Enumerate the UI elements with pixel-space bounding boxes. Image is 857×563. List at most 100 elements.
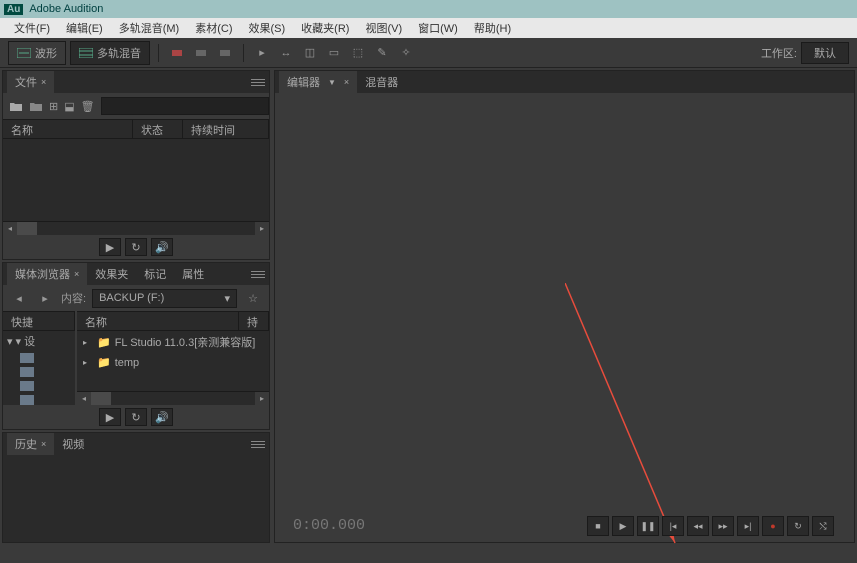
close-icon[interactable]: × <box>344 77 349 87</box>
stop-button[interactable]: ■ <box>587 516 609 536</box>
drive-icon: ▾ <box>16 335 22 348</box>
back-button[interactable]: ◂ <box>9 289 29 307</box>
action-icon[interactable]: ⬓ <box>64 97 74 115</box>
shortcuts-header: 快捷 <box>11 317 33 329</box>
menu-effects[interactable]: 效果(S) <box>241 18 294 38</box>
menu-window[interactable]: 窗口(W) <box>410 18 466 38</box>
loop-button[interactable]: ↻ <box>125 408 147 426</box>
tab-properties[interactable]: 属性 <box>174 263 212 285</box>
col-name[interactable]: 名称 <box>77 312 239 330</box>
menu-file[interactable]: 文件(F) <box>6 18 58 38</box>
timecode-display: 0:00.000 <box>293 517 365 534</box>
files-panel: 文件× ⊞ ⬓ 🗑 名称 状态 持续时间 ◂▸ ▶ <box>2 70 270 260</box>
tab-media-browser[interactable]: 媒体浏览器× <box>7 263 87 285</box>
main-toolbar: 波形 多轨混音 ▸ ↔ ◫ ▭ ⬚ ✎ ✧ 工作区: 默认 <box>0 38 857 68</box>
folder-icon: 📁 <box>97 356 111 369</box>
select-tool[interactable]: ↔ <box>276 44 296 62</box>
open-file-icon[interactable] <box>9 97 23 115</box>
skip-selection-button[interactable]: ⤭ <box>812 516 834 536</box>
menu-view[interactable]: 视图(V) <box>357 18 410 38</box>
waveform-mode-button[interactable]: 波形 <box>8 41 66 65</box>
col-duration[interactable]: 持续时间 <box>183 120 269 138</box>
waveform-label: 波形 <box>35 45 57 61</box>
media-scroll[interactable]: ◂▸ <box>77 391 269 405</box>
tool-b[interactable]: ▭ <box>324 44 344 62</box>
content-label: 内容: <box>61 290 86 306</box>
menu-help[interactable]: 帮助(H) <box>466 18 519 38</box>
tab-video[interactable]: 视频 <box>54 433 92 455</box>
tab-files[interactable]: 文件× <box>7 71 54 93</box>
play-button[interactable]: ▶ <box>99 408 121 426</box>
files-search-input[interactable] <box>101 97 269 115</box>
menu-clip[interactable]: 素材(C) <box>187 18 240 38</box>
import-icon[interactable]: ⊞ <box>49 97 58 115</box>
skip-back-button[interactable]: |◂ <box>662 516 684 536</box>
files-scroll[interactable]: ◂▸ <box>3 221 269 235</box>
app-title: Adobe Audition <box>29 3 103 15</box>
folder-row[interactable]: ▸📁FL Studio 11.0.3[亲测兼容版] <box>77 331 269 353</box>
workspace-label: 工作区: <box>761 45 797 61</box>
delete-icon[interactable]: 🗑 <box>81 97 95 115</box>
tab-effects-rack[interactable]: 效果夹 <box>87 263 136 285</box>
disk-icon <box>20 381 34 391</box>
tab-history[interactable]: 历史× <box>7 433 54 455</box>
loop-button[interactable]: ↻ <box>787 516 809 536</box>
menu-favorites[interactable]: 收藏夹(R) <box>293 18 357 38</box>
autoplay-button[interactable]: 🔊 <box>151 238 173 256</box>
col-status[interactable]: 状态 <box>133 120 183 138</box>
media-browser-panel: 媒体浏览器× 效果夹 标记 属性 ◂ ▸ 内容: BACKUP (F:)▾ ☆ … <box>2 262 270 430</box>
col-name[interactable]: 名称 <box>3 120 133 138</box>
files-list <box>3 139 269 221</box>
content-dropdown[interactable]: BACKUP (F:)▾ <box>92 289 237 308</box>
drive-item[interactable] <box>3 351 75 365</box>
tab-editor[interactable]: 编辑器▼× <box>279 71 357 93</box>
col-hold[interactable]: 持续 <box>239 312 269 330</box>
drive-item[interactable] <box>3 393 75 405</box>
folder-row[interactable]: ▸📁temp <box>77 353 269 372</box>
multitrack-icon <box>79 48 93 58</box>
pause-button[interactable]: ❚❚ <box>637 516 659 536</box>
panel-menu-icon[interactable] <box>251 441 265 448</box>
tool-c[interactable]: ⬚ <box>348 44 368 62</box>
editor-panel: 编辑器▼× 混音器 0:00.000 ■ ▶ ❚❚ |◂ ◂◂ ▸▸ ▸| ● <box>274 70 855 543</box>
tab-mixer[interactable]: 混音器 <box>357 71 406 93</box>
disk-icon <box>20 395 34 405</box>
drive-root[interactable]: ▾▾设 <box>3 331 75 351</box>
tool-icon-2[interactable] <box>191 44 211 62</box>
panel-menu-icon[interactable] <box>251 271 265 278</box>
menubar: 文件(F) 编辑(E) 多轨混音(M) 素材(C) 效果(S) 收藏夹(R) 视… <box>0 18 857 38</box>
play-button[interactable]: ▶ <box>99 238 121 256</box>
panel-menu-icon[interactable] <box>251 79 265 86</box>
rewind-button[interactable]: ◂◂ <box>687 516 709 536</box>
close-icon[interactable]: × <box>74 269 79 279</box>
skip-forward-button[interactable]: ▸| <box>737 516 759 536</box>
transport-controls: ■ ▶ ❚❚ |◂ ◂◂ ▸▸ ▸| ● ↻ ⤭ <box>587 516 834 536</box>
forward-button[interactable]: ▸ <box>35 289 55 307</box>
new-file-icon[interactable] <box>29 97 43 115</box>
close-icon[interactable]: × <box>41 439 46 449</box>
menu-multitrack[interactable]: 多轨混音(M) <box>111 18 188 38</box>
autoplay-button[interactable]: 🔊 <box>151 408 173 426</box>
loop-button[interactable]: ↻ <box>125 238 147 256</box>
play-button[interactable]: ▶ <box>612 516 634 536</box>
tab-markers[interactable]: 标记 <box>136 263 174 285</box>
editor-viewport[interactable]: 0:00.000 ■ ▶ ❚❚ |◂ ◂◂ ▸▸ ▸| ● ↻ ⤭ <box>275 93 854 542</box>
menu-edit[interactable]: 编辑(E) <box>58 18 111 38</box>
waveform-icon <box>17 48 31 58</box>
close-icon[interactable]: × <box>41 77 46 87</box>
drive-item[interactable] <box>3 365 75 379</box>
folder-icon: 📁 <box>97 336 111 349</box>
tool-e[interactable]: ✧ <box>396 44 416 62</box>
workspace-dropdown[interactable]: 默认 <box>801 42 849 64</box>
tool-a[interactable]: ◫ <box>300 44 320 62</box>
record-button[interactable]: ● <box>762 516 784 536</box>
history-panel: 历史× 视频 <box>2 432 270 543</box>
cursor-tool[interactable]: ▸ <box>252 44 272 62</box>
forward-button[interactable]: ▸▸ <box>712 516 734 536</box>
drive-item[interactable] <box>3 379 75 393</box>
tool-d[interactable]: ✎ <box>372 44 392 62</box>
multitrack-mode-button[interactable]: 多轨混音 <box>70 41 150 65</box>
favorite-icon[interactable]: ☆ <box>243 289 263 307</box>
tool-icon-3[interactable] <box>215 44 235 62</box>
tool-icon-1[interactable] <box>167 44 187 62</box>
